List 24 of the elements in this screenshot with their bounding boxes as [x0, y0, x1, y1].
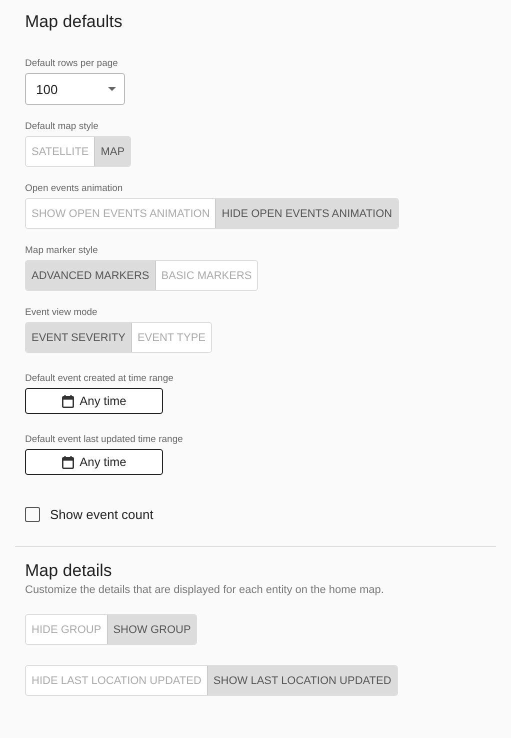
toggle-option[interactable]: HIDE OPEN EVENTS ANIMATION [215, 199, 398, 228]
setting-label: Default event created at time range [25, 373, 174, 384]
checkbox[interactable] [25, 507, 40, 522]
calendar-icon [62, 456, 74, 468]
setting-label: Map marker style [25, 245, 99, 256]
section-title: Map defaults [25, 12, 124, 32]
toggle-option[interactable]: ADVANCED MARKERS [26, 261, 155, 290]
toggle-option[interactable]: EVENT SEVERITY [26, 323, 131, 352]
setting-label: Open events animation [25, 183, 124, 194]
toggle-option[interactable]: SHOW GROUP [106, 615, 196, 644]
checkbox-label: Show event count [50, 507, 154, 522]
setting-label: Default event last updated time range [25, 434, 184, 445]
toggle-option[interactable]: MAP [94, 137, 130, 166]
toggle-option[interactable]: SHOW LAST LOCATION UPDATED [206, 666, 397, 695]
calendar-icon [62, 394, 74, 408]
section-title: Map details [25, 561, 113, 581]
time-range-button[interactable]: Any time [25, 388, 163, 414]
caret-icon [108, 87, 116, 91]
time-range-button[interactable]: Any time [25, 449, 163, 475]
setting-label: Default rows per page [25, 58, 119, 69]
section-description: Customize the details that are displayed for each entity on the home map. [25, 584, 385, 596]
setting-label: Default map style [25, 121, 100, 132]
rows-select[interactable]: 100 [25, 73, 125, 105]
setting-label: Event view mode [25, 307, 98, 318]
